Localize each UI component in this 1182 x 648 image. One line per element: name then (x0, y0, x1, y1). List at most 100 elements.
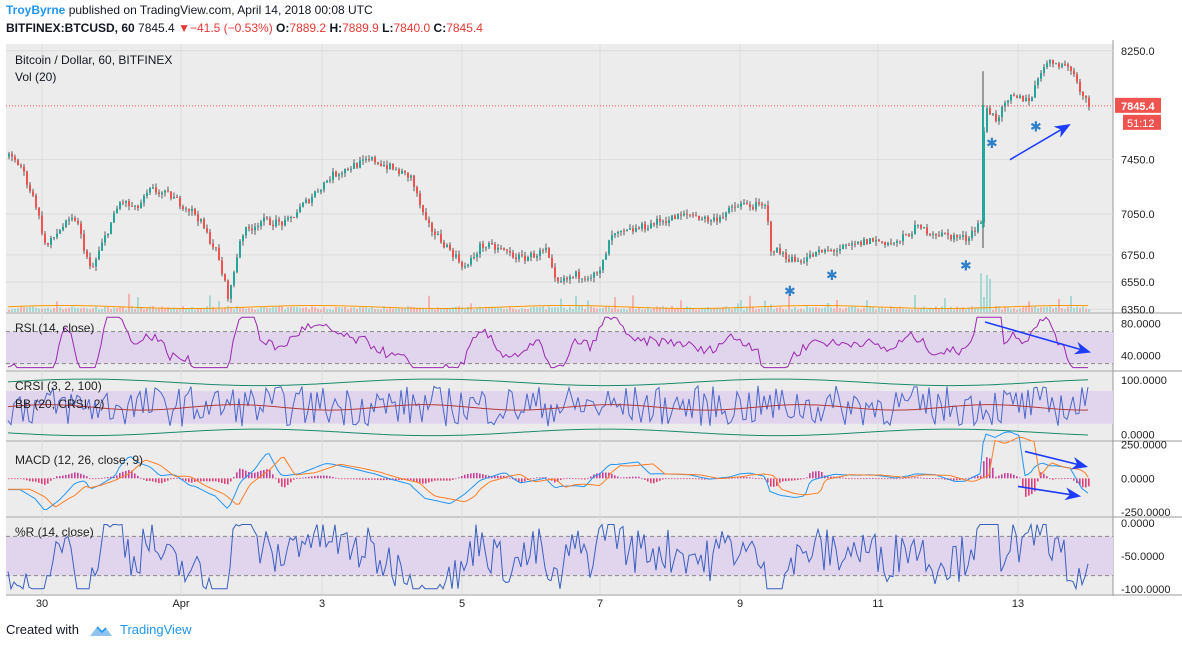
candle-body (287, 217, 289, 220)
candle-body (875, 239, 877, 242)
candle-body (356, 163, 358, 168)
volume-bar (287, 307, 289, 312)
candle-body (569, 276, 571, 280)
volume-bar (311, 306, 313, 312)
volume-bar (611, 308, 613, 312)
volume-bar (1049, 306, 1051, 312)
candle-body (656, 218, 658, 225)
volume-bar (443, 309, 445, 312)
volume-bar (518, 309, 520, 312)
candle-body (1016, 95, 1018, 98)
volume-bar (839, 307, 841, 312)
macd-histogram-bar (266, 469, 268, 479)
volume-bar (503, 309, 505, 312)
volume-bar (509, 307, 511, 312)
candle-body (1061, 64, 1063, 68)
macd-histogram-bar (524, 478, 526, 482)
macd-histogram-bar (1016, 476, 1018, 479)
tradingview-logo-icon (89, 625, 112, 636)
volume-bar (632, 295, 634, 312)
candle-body (53, 237, 55, 239)
volume-bar (986, 275, 988, 312)
candle-body (578, 271, 580, 279)
candle-body (137, 205, 139, 209)
macd-histogram-bar (47, 478, 49, 484)
macd-histogram-bar (32, 478, 34, 482)
macd-histogram-bar (341, 478, 343, 480)
candle-body (272, 224, 274, 227)
macd-histogram-bar (203, 478, 205, 482)
volume-bar (980, 273, 982, 312)
macd-histogram-bar (884, 478, 886, 480)
volume-bar (536, 307, 538, 312)
macd-histogram-bar (686, 478, 688, 480)
volume-bar (1025, 306, 1027, 312)
volume-bar (392, 308, 394, 312)
volume-bar (905, 309, 907, 312)
volume-bar (128, 293, 130, 312)
candle-body (779, 247, 781, 254)
volume-bar (893, 308, 895, 312)
volume-bar (86, 308, 88, 312)
volume-bar (857, 308, 859, 312)
candle-body (998, 117, 1000, 122)
macd-histogram-bar (374, 478, 376, 480)
macd-histogram-bar (617, 476, 619, 479)
candle-body (1067, 64, 1069, 67)
candle-body (440, 233, 442, 243)
candle-body (1022, 95, 1024, 101)
candle-body (530, 253, 532, 258)
candle-body (815, 251, 817, 257)
candle-body (485, 247, 487, 249)
candle-body (20, 165, 22, 167)
candle-body (56, 233, 58, 238)
candle-body (695, 215, 697, 217)
last-price-tag-text: 7845.4 (1121, 101, 1156, 113)
candle-body (830, 249, 832, 251)
macd-histogram-bar (317, 475, 319, 479)
macd-histogram-bar (218, 478, 220, 483)
tradingview-brand[interactable]: TradingView (120, 622, 192, 637)
candle-body (605, 253, 607, 260)
candle-body (596, 272, 598, 274)
macd-histogram-bar (995, 476, 997, 479)
macd-histogram-bar (929, 478, 931, 479)
macd-histogram-bar (653, 478, 655, 484)
candle-body (1070, 66, 1072, 71)
macd-histogram-bar (785, 478, 787, 482)
macd-title: MACD (12, 26, close, 9) (15, 453, 143, 467)
volume-bar (1079, 307, 1081, 312)
macd-histogram-bar (254, 472, 256, 479)
macd-histogram-bar (1004, 473, 1006, 479)
macd-histogram-bar (671, 478, 673, 480)
candle-body (734, 206, 736, 208)
candle-body (245, 227, 247, 236)
candle-body (248, 227, 250, 229)
candle-body (293, 216, 295, 218)
candle-body (788, 258, 790, 262)
candle-body (806, 257, 808, 262)
candle-body (116, 208, 118, 214)
volume-bar (989, 278, 991, 312)
candle-body (407, 172, 409, 178)
macd-histogram-bar (296, 477, 298, 479)
volume-bar (362, 307, 364, 312)
macd-histogram-bar (965, 478, 967, 480)
candle-body (641, 223, 643, 229)
candle-body (518, 254, 520, 260)
published-text: published on TradingView.com, April 14, … (68, 3, 373, 17)
volume-bar (278, 306, 280, 312)
candle-body (344, 168, 346, 174)
macd-histogram-bar (137, 475, 139, 479)
author-name[interactable]: TroyByrne (6, 3, 65, 17)
macd-histogram-bar (77, 472, 79, 479)
volume-bar (815, 307, 817, 312)
macd-histogram-bar (362, 478, 364, 480)
candle-body (1052, 59, 1054, 64)
macd-histogram-bar (590, 476, 592, 479)
macd-histogram-bar (1085, 478, 1087, 488)
chart-canvas[interactable]: 8250.0 7450.0 7050.0 6750.0 6550.0 6350.0 Bitc… (0, 40, 1182, 612)
volume-bar (215, 309, 217, 312)
volume-bar (695, 309, 697, 312)
candle-body (713, 217, 715, 221)
